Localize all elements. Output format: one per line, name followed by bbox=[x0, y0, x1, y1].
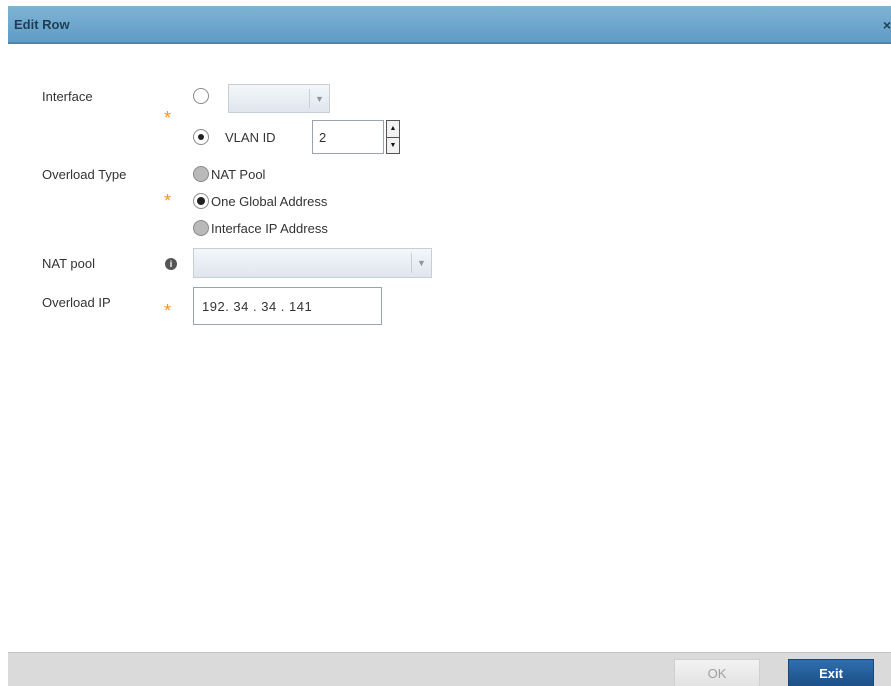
interface-required-icon: * bbox=[164, 108, 172, 128]
overload-option-label: NAT Pool bbox=[211, 167, 266, 182]
overload-ip-input[interactable]: 192. 34 . 34 . 141 bbox=[193, 287, 382, 325]
vlan-id-spinner[interactable]: ▲ ▼ bbox=[386, 120, 400, 154]
overload-ip-value: 192. 34 . 34 . 141 bbox=[202, 298, 313, 314]
dialog-title: Edit Row bbox=[14, 17, 70, 32]
interface-select-radio[interactable] bbox=[193, 88, 209, 104]
dialog-title-bar: Edit Row × bbox=[8, 6, 891, 44]
vlan-id-value: 2 bbox=[319, 129, 327, 145]
vlan-id-label: VLAN ID bbox=[225, 130, 276, 145]
close-icon[interactable]: × bbox=[883, 17, 891, 33]
overload-option-label: Interface IP Address bbox=[211, 221, 328, 236]
overload-interface-ip-radio[interactable] bbox=[193, 220, 209, 236]
nat-pool-label: NAT pool bbox=[42, 256, 95, 271]
overload-ip-required-icon: * bbox=[164, 301, 172, 321]
interface-vlan-radio[interactable] bbox=[193, 129, 209, 145]
overload-ip-label: Overload IP bbox=[42, 295, 111, 310]
overload-type-label: Overload Type bbox=[42, 167, 127, 182]
vlan-id-input[interactable]: 2 bbox=[312, 120, 384, 154]
chevron-down-icon: ▼ bbox=[309, 89, 329, 108]
overload-type-required-icon: * bbox=[164, 191, 172, 211]
ok-button[interactable]: OK bbox=[674, 659, 760, 686]
spin-up-icon[interactable]: ▲ bbox=[387, 121, 399, 137]
spin-down-icon[interactable]: ▼ bbox=[387, 136, 399, 154]
dialog-footer: OK Exit bbox=[8, 652, 891, 686]
chevron-down-icon: ▼ bbox=[411, 253, 431, 273]
overload-option-label: One Global Address bbox=[211, 194, 328, 209]
exit-button[interactable]: Exit bbox=[788, 659, 874, 686]
interface-label: Interface bbox=[42, 89, 93, 104]
info-icon[interactable]: i bbox=[165, 258, 177, 270]
overload-nat-pool-radio[interactable] bbox=[193, 166, 209, 182]
overload-one-global-radio[interactable] bbox=[193, 193, 209, 209]
nat-pool-select[interactable]: ▼ bbox=[193, 248, 432, 278]
interface-select[interactable]: ▼ bbox=[228, 84, 330, 113]
